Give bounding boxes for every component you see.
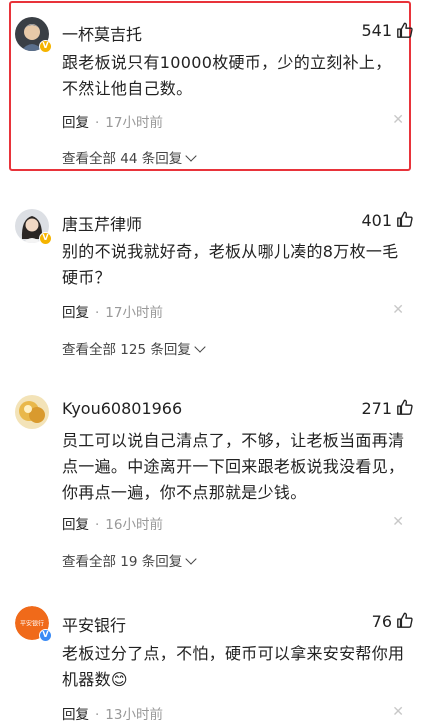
view-all-replies-link[interactable]: 查看全部 125 条回复: [62, 338, 206, 358]
comment-author[interactable]: 平安银行: [62, 612, 126, 636]
avatar[interactable]: V: [15, 209, 52, 245]
view-all-replies-link[interactable]: 查看全部 44 条回复: [62, 147, 197, 167]
close-icon[interactable]: ✕: [392, 302, 404, 318]
view-all-replies-link[interactable]: 查看全部 19 条回复: [62, 550, 197, 570]
avatar-image: [15, 395, 49, 429]
like-count: 541: [361, 21, 392, 40]
bank-logo-text: 平安银行: [20, 620, 44, 628]
comment-meta: 回复 · 17小时前: [62, 301, 163, 321]
avatar[interactable]: [15, 395, 49, 429]
close-icon[interactable]: ✕: [392, 704, 404, 720]
comment-author[interactable]: 唐玉芹律师: [62, 211, 142, 235]
like-count: 271: [361, 399, 392, 418]
timestamp: 16小时前: [105, 517, 163, 533]
thumbs-up-icon[interactable]: [396, 611, 414, 629]
thumbs-up-icon[interactable]: [396, 21, 414, 39]
verified-badge-icon: V: [39, 232, 52, 245]
close-icon[interactable]: ✕: [392, 112, 404, 128]
comment-author[interactable]: 一杯莫吉托: [62, 21, 142, 45]
timestamp: 17小时前: [105, 115, 163, 131]
avatar[interactable]: V: [15, 17, 52, 53]
thumbs-up-icon[interactable]: [396, 210, 414, 228]
separator-dot: ·: [95, 305, 100, 321]
reply-button[interactable]: 回复: [62, 115, 89, 131]
separator-dot: ·: [95, 115, 100, 131]
timestamp: 17小时前: [105, 305, 163, 321]
view-all-replies-label: 查看全部 44 条回复: [62, 151, 183, 167]
reply-button[interactable]: 回复: [62, 305, 89, 321]
thumbs-up-icon[interactable]: [396, 398, 414, 416]
comment-author[interactable]: Kyou60801966: [62, 399, 182, 418]
comment-text: 别的不说我就好奇，老板从哪儿凑的8万枚一毛硬币？: [62, 242, 399, 287]
close-icon[interactable]: ✕: [392, 514, 404, 530]
chevron-down-icon: [194, 341, 206, 353]
reply-button[interactable]: 回复: [62, 707, 89, 723]
like-count: 76: [371, 612, 392, 631]
separator-dot: ·: [95, 517, 100, 533]
chevron-down-icon: [185, 150, 197, 162]
verified-badge-icon: V: [39, 40, 52, 53]
comment-text: 员工可以说自己清点了，不够，让老板当面再清点一遍。中途离开一下回来跟老板说我没看…: [62, 431, 405, 502]
comment-text: 跟老板说只有10000枚硬币，少的立刻补上，不然让他自己数。: [62, 53, 392, 98]
comment-meta: 回复 · 16小时前: [62, 513, 163, 533]
comment-meta: 回复 · 17小时前: [62, 111, 163, 131]
timestamp: 13小时前: [105, 707, 163, 723]
like-count: 401: [361, 211, 392, 230]
avatar[interactable]: 平安银行 V: [15, 606, 52, 642]
comment-meta: 回复 · 13小时前: [62, 703, 163, 723]
reply-button[interactable]: 回复: [62, 517, 89, 533]
view-all-replies-label: 查看全部 125 条回复: [62, 342, 191, 358]
separator-dot: ·: [95, 707, 100, 723]
chevron-down-icon: [185, 553, 197, 565]
verified-badge-icon: V: [39, 629, 52, 642]
view-all-replies-label: 查看全部 19 条回复: [62, 554, 183, 570]
comment-text: 老板过分了点，不怕，硬币可以拿来安安帮你用机器数😊: [62, 644, 405, 689]
